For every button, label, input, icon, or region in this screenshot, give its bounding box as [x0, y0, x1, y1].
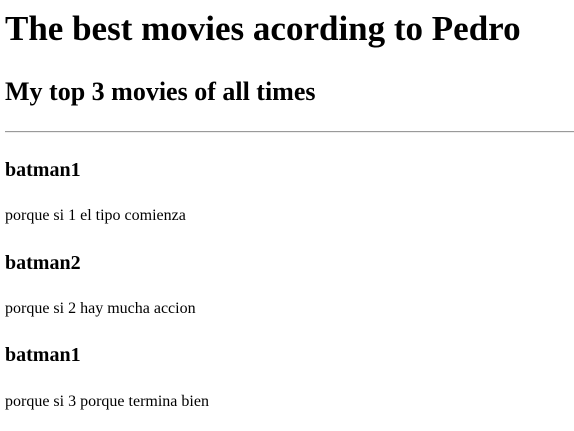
movie-reason-3: porque si 3 porque termina bien [5, 393, 209, 410]
movie-title-1: batman1 [5, 159, 81, 181]
movie-title-3: batman1 [5, 344, 81, 366]
page: The best movies acording to Pedro My top… [0, 0, 574, 431]
page-subtitle: My top 3 movies of all times [5, 77, 316, 106]
movie-reason-1: porque si 1 el tipo comienza [5, 207, 186, 224]
page-title: The best movies acording to Pedro [5, 9, 521, 48]
movie-reason-2: porque si 2 hay mucha accion [5, 300, 196, 317]
movie-title-2: batman2 [5, 252, 81, 274]
divider [5, 131, 574, 133]
